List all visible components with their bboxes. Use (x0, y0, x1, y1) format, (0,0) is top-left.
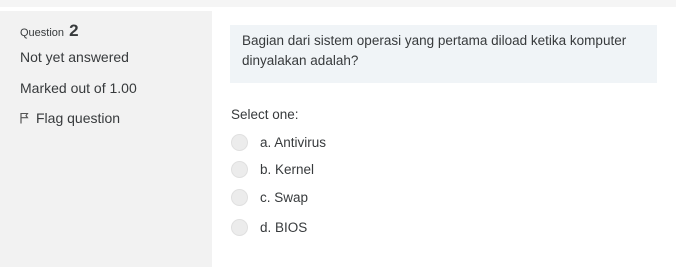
answer-option-label: c. Swap (260, 190, 309, 205)
radio-button[interactable] (231, 219, 248, 236)
question-label: Question (20, 27, 65, 39)
question-number: Question 2 (20, 21, 79, 41)
answer-prompt: Select one: (231, 107, 299, 122)
flag-question-link[interactable]: Flag question (20, 110, 120, 126)
quiz-question-page: Question 2 Not yet answered Marked out o… (0, 0, 676, 267)
question-info-panel: Question 2 Not yet answered Marked out o… (0, 11, 212, 267)
question-number-value: 2 (69, 21, 79, 40)
question-text: Bagian dari sistem operasi yang pertama … (230, 25, 657, 83)
answer-option-a[interactable]: a. Antivirus (231, 134, 326, 151)
radio-button[interactable] (231, 189, 248, 206)
answer-option-label: a. Antivirus (260, 135, 327, 150)
answer-option-d[interactable]: d. BIOS (231, 219, 307, 236)
question-grade: Marked out of 1.00 (20, 80, 137, 96)
answer-option-b[interactable]: b. Kernel (231, 161, 314, 178)
radio-button[interactable] (231, 134, 248, 151)
top-divider (0, 0, 676, 7)
flag-icon (20, 112, 29, 124)
answer-option-label: b. Kernel (260, 162, 315, 177)
answer-option-c[interactable]: c. Swap (231, 189, 308, 206)
question-state: Not yet answered (20, 49, 129, 65)
answer-option-label: d. BIOS (260, 220, 308, 235)
radio-button[interactable] (231, 161, 248, 178)
flag-question-label: Flag question (36, 110, 121, 126)
